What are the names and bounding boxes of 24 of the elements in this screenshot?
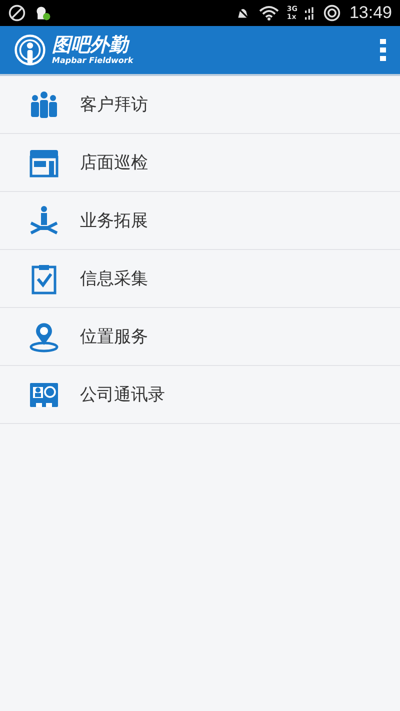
- menu-label: 业务拓展: [80, 210, 148, 232]
- blocked-icon: [8, 4, 26, 22]
- location-pin-icon: [28, 320, 60, 352]
- more-icon: [380, 39, 386, 61]
- menu-item[interactable]: 业务拓展: [0, 192, 400, 250]
- menu-item[interactable]: 客户拜访: [0, 76, 400, 134]
- menu-label: 店面巡检: [80, 152, 148, 174]
- target-icon: [323, 4, 342, 22]
- people-icon: [28, 88, 60, 120]
- menu-label: 信息采集: [80, 268, 148, 290]
- menu-item[interactable]: 信息采集: [0, 250, 400, 308]
- signal-icon: [305, 5, 316, 21]
- app-title: 图吧外勤: [52, 36, 131, 54]
- app-subtitle: Mapbar Fieldwork: [52, 56, 134, 64]
- logo-icon: [14, 34, 46, 66]
- menu-label: 客户拜访: [80, 94, 148, 116]
- menu-label: 公司通讯录: [80, 384, 165, 406]
- person-arrows-icon: [28, 204, 60, 236]
- menu-item[interactable]: 公司通讯录: [0, 366, 400, 424]
- menu-label: 位置服务: [80, 326, 148, 348]
- status-time: 13:49: [349, 3, 392, 23]
- menu-item[interactable]: 位置服务: [0, 308, 400, 366]
- menu-item[interactable]: 店面巡检: [0, 134, 400, 192]
- wifi-icon: [258, 5, 279, 21]
